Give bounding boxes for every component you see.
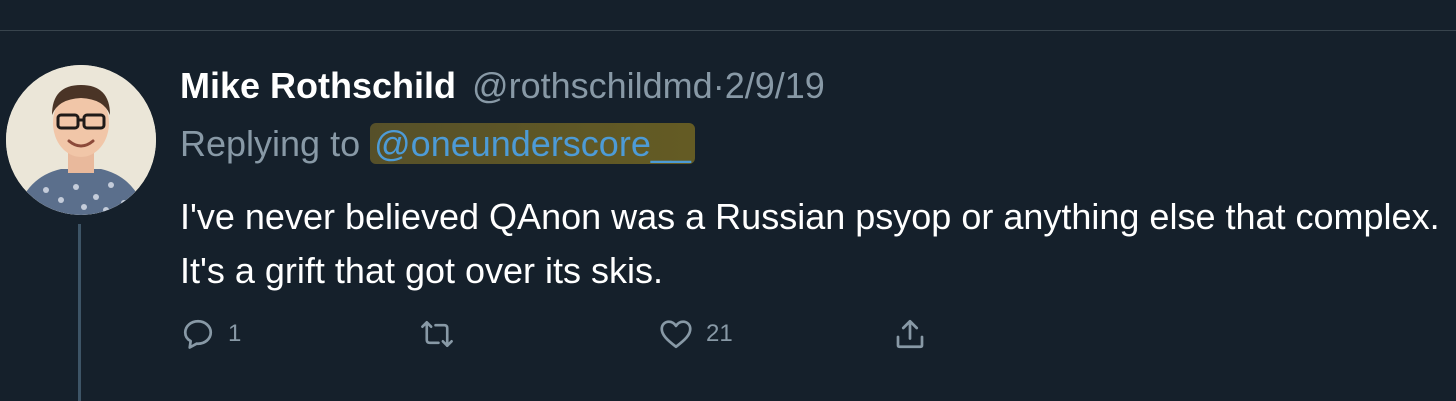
reply-count: 1 (228, 320, 242, 347)
author-name[interactable]: Mike Rothschild (180, 65, 456, 106)
heart-icon (660, 320, 692, 349)
replying-to-mention[interactable]: @oneunderscore__ (370, 123, 695, 164)
avatar[interactable] (6, 65, 156, 215)
share-button[interactable] (892, 316, 928, 352)
like-button[interactable]: 21 (658, 316, 733, 352)
reply-button[interactable]: 1 (180, 316, 241, 352)
thread-connector-line (78, 224, 81, 401)
tweet-header: Mike Rothschild @rothschildmd·2/9/19 (180, 64, 825, 108)
tweet-page: Mike Rothschild @rothschildmd·2/9/19 Rep… (0, 0, 1456, 401)
share-icon (896, 319, 924, 349)
top-divider (0, 30, 1456, 31)
retweet-icon (421, 320, 453, 348)
tweet-text: I've never believed QAnon was a Russian … (180, 196, 1440, 291)
separator-dot: · (712, 65, 725, 106)
tweet-date[interactable]: 2/9/19 (725, 65, 825, 106)
replying-to-label: Replying to (180, 123, 361, 164)
replying-to-line: Replying to @oneunderscore__ (180, 122, 695, 166)
author-handle[interactable]: @rothschildmd (472, 65, 713, 106)
retweet-button[interactable] (418, 316, 456, 352)
reply-icon (183, 319, 213, 349)
like-count: 21 (706, 320, 733, 347)
